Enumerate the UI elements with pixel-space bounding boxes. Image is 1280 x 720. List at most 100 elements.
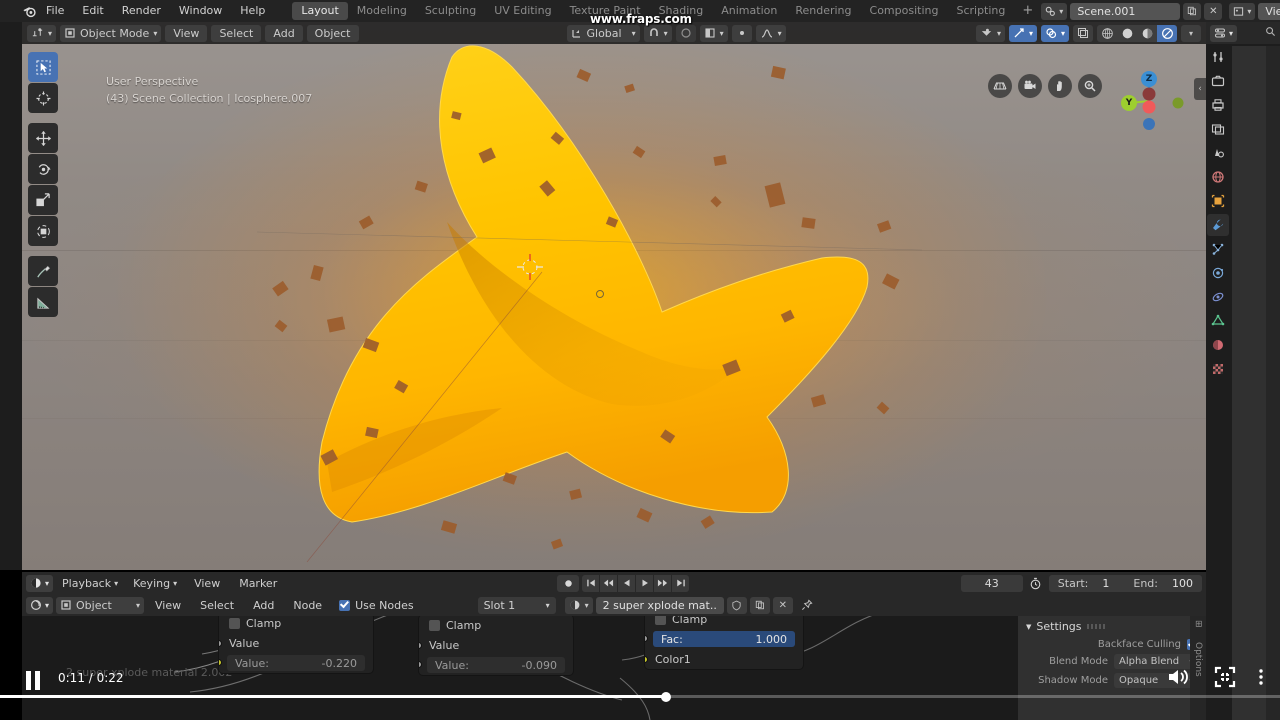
pin-button[interactable] bbox=[796, 599, 818, 611]
workspace-tab-layout[interactable]: Layout bbox=[292, 2, 348, 20]
pan-view-button[interactable] bbox=[1048, 74, 1072, 98]
jump-to-start-button[interactable] bbox=[582, 574, 600, 592]
view-layer-tab[interactable] bbox=[1207, 118, 1229, 140]
scale-tool[interactable] bbox=[28, 185, 58, 215]
scene-tab[interactable] bbox=[1207, 142, 1229, 164]
view-layer-name-field[interactable]: View Layer bbox=[1258, 2, 1280, 20]
interaction-mode-dropdown[interactable]: Object Mode ▾ bbox=[60, 24, 162, 42]
rotate-tool[interactable] bbox=[28, 154, 58, 184]
workspace-tab-uv-editing[interactable]: UV Editing bbox=[485, 2, 560, 20]
fac-slider[interactable]: Fac: 1.000 bbox=[653, 631, 795, 647]
solid-shading-button[interactable] bbox=[1117, 24, 1137, 42]
new-scene-button[interactable] bbox=[1183, 2, 1202, 20]
tweak-select-box-tool[interactable] bbox=[28, 52, 58, 82]
toggle-orthographic-button[interactable] bbox=[988, 74, 1012, 98]
timeline-menu-playback[interactable]: Playback ▾ bbox=[56, 575, 124, 592]
material-slot-dropdown[interactable]: Slot 1 ▾ bbox=[477, 596, 556, 614]
shader-type-dropdown[interactable]: Object ▾ bbox=[56, 596, 145, 614]
render-tab[interactable] bbox=[1207, 70, 1229, 92]
measure-tool[interactable] bbox=[28, 287, 58, 317]
unlink-material-button[interactable]: ✕ bbox=[772, 596, 793, 614]
workspace-tab-compositing[interactable]: Compositing bbox=[861, 2, 948, 20]
constraints-tab[interactable] bbox=[1207, 286, 1229, 308]
shader-menu-view[interactable]: View bbox=[147, 597, 189, 614]
material-preview-shading-button[interactable] bbox=[1137, 24, 1157, 42]
transform-tool[interactable] bbox=[28, 216, 58, 246]
shader-menu-node[interactable]: Node bbox=[285, 597, 330, 614]
video-volume-button[interactable] bbox=[1166, 666, 1192, 691]
play-button[interactable] bbox=[636, 574, 654, 592]
shading-options-dropdown[interactable]: ▾ bbox=[1181, 24, 1201, 42]
cursor-tool[interactable] bbox=[28, 83, 58, 113]
world-tab[interactable] bbox=[1207, 166, 1229, 188]
3d-viewport[interactable]: ▾ Object Mode ▾ View Select Add Object G… bbox=[22, 22, 1206, 570]
rendered-shading-button[interactable] bbox=[1157, 24, 1177, 42]
menu-render[interactable]: Render bbox=[113, 0, 170, 22]
gizmo-axis-z[interactable]: Z bbox=[1141, 71, 1157, 87]
remove-scene-button[interactable]: ✕ bbox=[1204, 2, 1223, 20]
viewport-menu-select[interactable]: Select bbox=[211, 24, 262, 42]
camera-view-button[interactable] bbox=[1018, 74, 1042, 98]
timeline-menu-marker[interactable]: Marker bbox=[231, 575, 285, 592]
material-browse-dropdown[interactable]: ▾ bbox=[564, 596, 593, 614]
material-tab[interactable] bbox=[1207, 334, 1229, 356]
menu-edit[interactable]: Edit bbox=[73, 0, 112, 22]
value-input-socket[interactable] bbox=[219, 640, 222, 647]
properties-search-icon[interactable] bbox=[1265, 26, 1276, 40]
menu-help[interactable]: Help bbox=[231, 0, 274, 22]
timeline-menu-keying[interactable]: Keying ▾ bbox=[127, 575, 183, 592]
value-input-socket-2[interactable] bbox=[219, 659, 222, 666]
math-node-2-value-field-row[interactable]: Value: -0.090 bbox=[419, 655, 573, 675]
gizmo-toggle[interactable]: ▾ bbox=[1008, 24, 1037, 42]
shader-menu-add[interactable]: Add bbox=[245, 597, 282, 614]
workspace-tab-sculpting[interactable]: Sculpting bbox=[416, 2, 485, 20]
math-node-2-clamp-row[interactable]: Clamp bbox=[419, 615, 573, 635]
video-fullscreen-button[interactable] bbox=[1214, 666, 1236, 691]
mix-rgb-node[interactable]: Clamp Fac: 1.000 Color1 bbox=[644, 608, 804, 670]
material-name-field[interactable]: 2 super xplode mat.. bbox=[595, 596, 724, 614]
math-node-1[interactable]: Clamp Value Value: -0.220 bbox=[218, 612, 374, 674]
scene-browse-dropdown[interactable]: ▾ bbox=[1041, 2, 1068, 20]
xray-toggle[interactable] bbox=[1073, 24, 1093, 42]
fac-input-socket[interactable] bbox=[645, 635, 648, 642]
timeline-menu-view[interactable]: View bbox=[186, 575, 228, 592]
play-reverse-button[interactable] bbox=[618, 574, 636, 592]
proportional-falloff-dropdown[interactable] bbox=[731, 24, 752, 42]
blender-logo-icon[interactable] bbox=[22, 0, 37, 22]
math-node-1-clamp-row[interactable]: Clamp bbox=[219, 613, 373, 633]
output-tab[interactable] bbox=[1207, 94, 1229, 116]
zoom-view-button[interactable] bbox=[1078, 74, 1102, 98]
menu-file[interactable]: File bbox=[37, 0, 73, 22]
proportional-editing-toggle[interactable] bbox=[675, 24, 696, 42]
viewport-menu-add[interactable]: Add bbox=[265, 24, 303, 42]
value-input-socket[interactable] bbox=[419, 642, 422, 649]
properties-editor-type-selector[interactable]: ▾ bbox=[1210, 24, 1238, 42]
value-input-socket-2[interactable] bbox=[419, 661, 422, 668]
math-node-2[interactable]: Clamp Value Value: -0.090 bbox=[418, 614, 574, 676]
wireframe-shading-button[interactable] bbox=[1097, 24, 1117, 42]
scene-name-field[interactable]: Scene.001 bbox=[1070, 2, 1181, 20]
snap-toggle[interactable]: ▾ bbox=[643, 24, 672, 42]
workspace-tab-rendering[interactable]: Rendering bbox=[786, 2, 860, 20]
add-workspace-button[interactable]: + bbox=[1014, 2, 1041, 20]
fake-user-button[interactable] bbox=[726, 596, 747, 614]
auto-keying-button[interactable] bbox=[557, 574, 580, 592]
color1-input-socket[interactable] bbox=[645, 656, 648, 663]
previous-keyframe-button[interactable] bbox=[600, 574, 618, 592]
menu-window[interactable]: Window bbox=[170, 0, 231, 22]
value-number-field[interactable]: Value: -0.220 bbox=[227, 655, 365, 671]
overlays-toggle[interactable]: ▾ bbox=[1040, 24, 1069, 42]
move-tool[interactable] bbox=[28, 123, 58, 153]
annotate-tool[interactable] bbox=[28, 256, 58, 286]
falloff-curve-dropdown[interactable]: ▾ bbox=[755, 24, 786, 42]
object-tab[interactable] bbox=[1207, 190, 1229, 212]
use-nodes-checkbox-box[interactable] bbox=[339, 599, 351, 611]
clamp-checkbox[interactable] bbox=[229, 617, 240, 629]
jump-to-end-button[interactable] bbox=[672, 574, 690, 592]
triangle-down-icon[interactable]: ▼ bbox=[1026, 623, 1031, 631]
tool-tab[interactable] bbox=[1207, 46, 1229, 68]
viewport-menu-view[interactable]: View bbox=[165, 24, 208, 42]
use-nodes-checkbox[interactable]: Use Nodes bbox=[333, 599, 420, 612]
settings-panel-header[interactable]: ▼ Settings bbox=[1018, 616, 1206, 637]
frame-range-fields[interactable]: Start: 1 End: 100 bbox=[1048, 574, 1202, 592]
